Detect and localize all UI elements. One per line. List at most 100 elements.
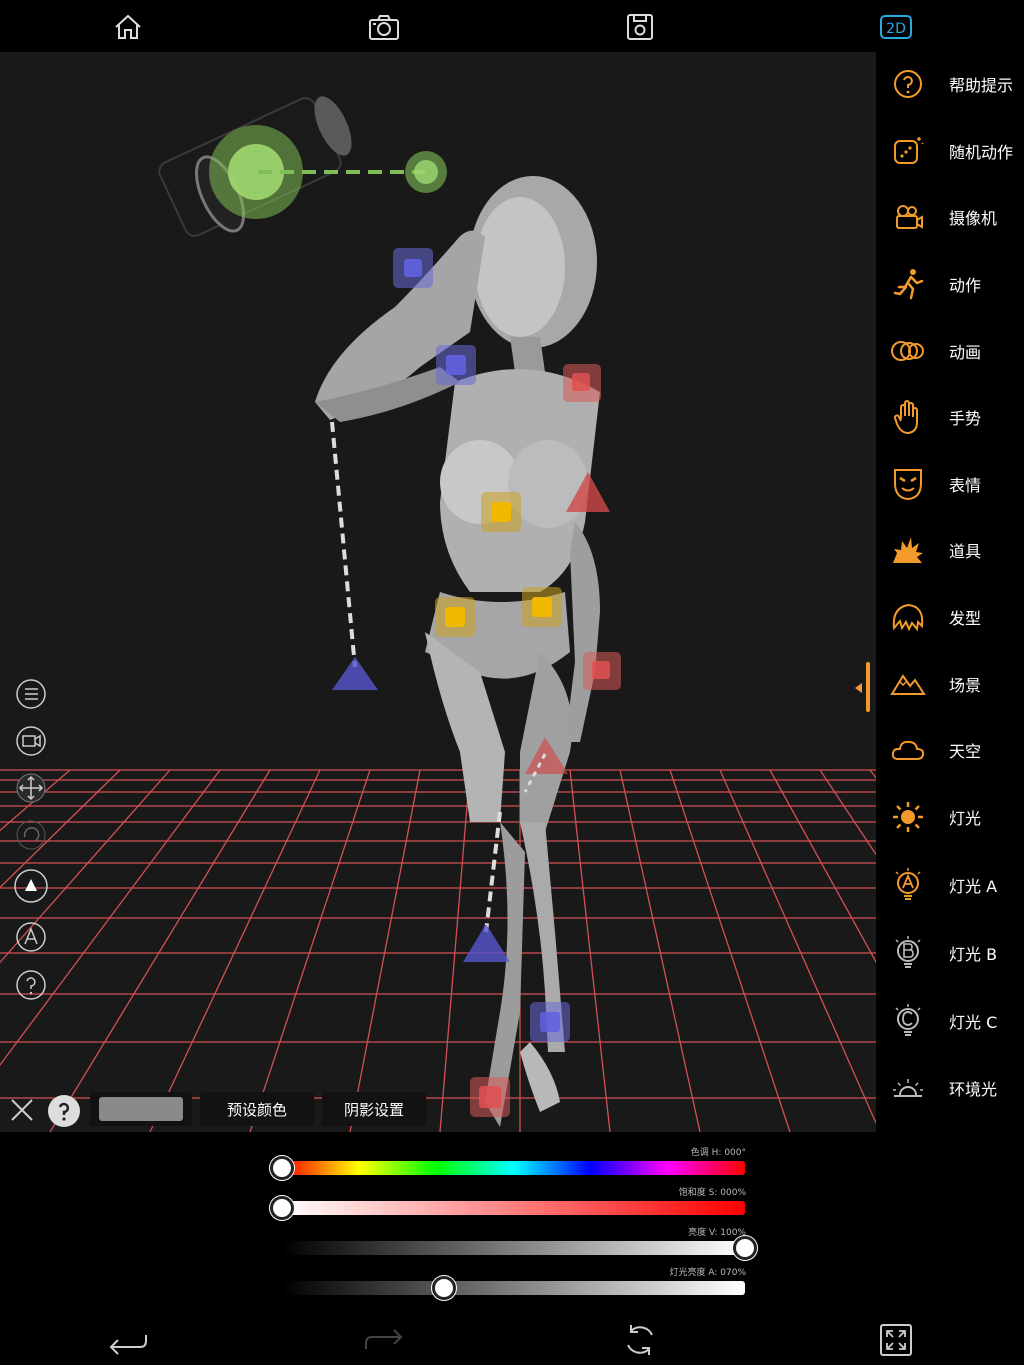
ik-target-right-elbow[interactable] [332,657,378,690]
camera-snapshot-button[interactable] [364,8,404,46]
light-settings-bar: 预设颜色 阴影设置 [0,1086,440,1130]
rotate-button[interactable] [13,817,49,853]
sidebar-item-scene[interactable]: 场景 [876,654,1024,714]
joint-waist-core [491,502,511,522]
close-button[interactable] [8,1096,36,1124]
camera-icon [369,15,399,40]
bulb-a-icon [895,868,921,900]
sidebar-item-label: 发型 [949,609,982,628]
shadow-settings-button[interactable]: 阴影设置 [322,1092,426,1126]
sidebar-item-expression[interactable]: 表情 [876,454,1024,514]
light-intensity-slider[interactable] [282,1281,745,1295]
sidebar-item-gesture[interactable]: 手势 [876,387,1024,447]
sidebar-item-props[interactable]: 道具 [876,520,1024,580]
sidebar-item-label: 环境光 [949,1080,998,1099]
scene-canvas[interactable] [0,52,876,1132]
saturation-slider-knob[interactable] [270,1196,294,1220]
color-slider-panel: 色调 H: 000° 饱和度 S: 000% 亮度 V: 100% 灯光亮度 A… [0,1132,1024,1312]
ik-line-right-leg [484,811,502,933]
color-swatch-button[interactable] [90,1092,192,1126]
sidebar-item-label: 道具 [949,542,982,561]
bulb-b-icon [895,936,921,968]
sunrise-icon [893,1079,923,1097]
viewport-help-button[interactable] [13,967,49,1003]
undo-icon [109,1335,147,1355]
sidebar-item-ambient-light[interactable]: 环境光 [876,1058,1024,1118]
joint-left-wrist-core [592,661,610,679]
sidebar-item-lighting[interactable]: 灯光 [876,787,1024,847]
triangle-icon [14,869,48,903]
sidebar-item-animation[interactable]: 动画 [876,321,1024,381]
saturation-slider[interactable] [282,1201,745,1215]
sidebar-item-pose[interactable]: 动作 [876,254,1024,314]
fullscreen-button[interactable] [874,1320,918,1360]
triangle-tool-button[interactable] [13,868,49,904]
letter-a-tool-button[interactable] [13,919,49,955]
camera-view-button[interactable] [13,723,49,759]
hue-slider[interactable] [282,1161,745,1175]
reset-rotate-icon [627,1325,653,1355]
light-help-button[interactable] [47,1094,81,1128]
save-button[interactable] [620,8,660,46]
sidebar-item-help-tips[interactable]: 帮助提示 [876,54,1024,114]
joint-right-ankle-core [540,1012,560,1032]
sidebar-item-label: 场景 [949,676,982,695]
move-button[interactable] [13,770,49,806]
sidebar-item-light-a[interactable]: 灯光 A [876,855,1024,915]
ik-target-right-knee[interactable] [463,924,510,962]
2d-mode-button[interactable]: 2D [876,8,916,46]
animation-rings-icon [891,341,924,361]
brightness-label: 亮度 V: 100% [688,1228,746,1238]
mannequin-figure[interactable] [315,176,600,1127]
reset-button[interactable] [618,1320,662,1360]
cloud-icon [891,740,925,760]
list-button[interactable] [13,676,49,712]
face-mask-icon [894,469,922,501]
right-sidebar: 帮助提示 随机动作 摄像机 动作 动画 手势 表情 道具 发型 场景 天空 灯光… [876,52,1024,1132]
top-toolbar: 2D [0,0,1024,52]
sidebar-item-light-c[interactable]: 灯光 C [876,991,1024,1051]
help-icon [48,1095,80,1127]
joint-right-wrist-core [404,259,422,277]
light-target-handle-inner [414,160,438,184]
fullscreen-icon [880,1324,912,1356]
color-swatch [99,1097,183,1121]
preset-color-button[interactable]: 预设颜色 [200,1092,314,1126]
burst-icon [893,537,923,563]
move-arrows-icon [16,773,46,803]
sidebar-item-label: 动画 [949,343,982,362]
2d-mode-icon: 2D [880,15,912,39]
help-icon [16,970,46,1000]
joint-left-ankle-core [479,1086,501,1108]
brightness-slider[interactable] [282,1241,745,1255]
saturation-label: 饱和度 S: 000% [678,1188,746,1198]
help-icon [894,70,922,98]
sidebar-item-hairstyle[interactable]: 发型 [876,587,1024,647]
home-button[interactable] [108,8,148,46]
sidebar-item-light-b[interactable]: 灯光 B [876,923,1024,983]
light-handle-inner[interactable] [228,144,284,200]
joint-left-hip-core [532,597,552,617]
dice-icon [894,137,924,164]
3d-viewport[interactable] [0,52,876,1132]
light-intensity-label: 灯光亮度 A: 070% [669,1268,746,1278]
sidebar-item-label: 灯光 C [949,1013,998,1032]
sidebar-item-label: 摄像机 [949,209,998,228]
hand-icon [893,400,918,435]
sidebar-item-sky[interactable]: 天空 [876,720,1024,780]
sidebar-item-camera[interactable]: 摄像机 [876,187,1024,247]
redo-icon [365,1329,403,1349]
light-intensity-slider-knob[interactable] [432,1276,457,1300]
hue-slider-knob[interactable] [270,1156,294,1180]
sidebar-item-label: 灯光 A [949,877,998,896]
save-icon [627,14,653,40]
sidebar-collapse-tab[interactable] [852,662,872,712]
sidebar-item-random-pose[interactable]: 随机动作 [876,121,1024,181]
undo-button[interactable] [106,1320,150,1360]
svg-text:2D: 2D [886,21,906,37]
mountain-icon [890,674,926,695]
redo-button[interactable] [362,1320,406,1360]
bulb-c-icon [895,1004,921,1036]
hair-icon [892,603,924,632]
brightness-slider-knob[interactable] [733,1236,757,1260]
